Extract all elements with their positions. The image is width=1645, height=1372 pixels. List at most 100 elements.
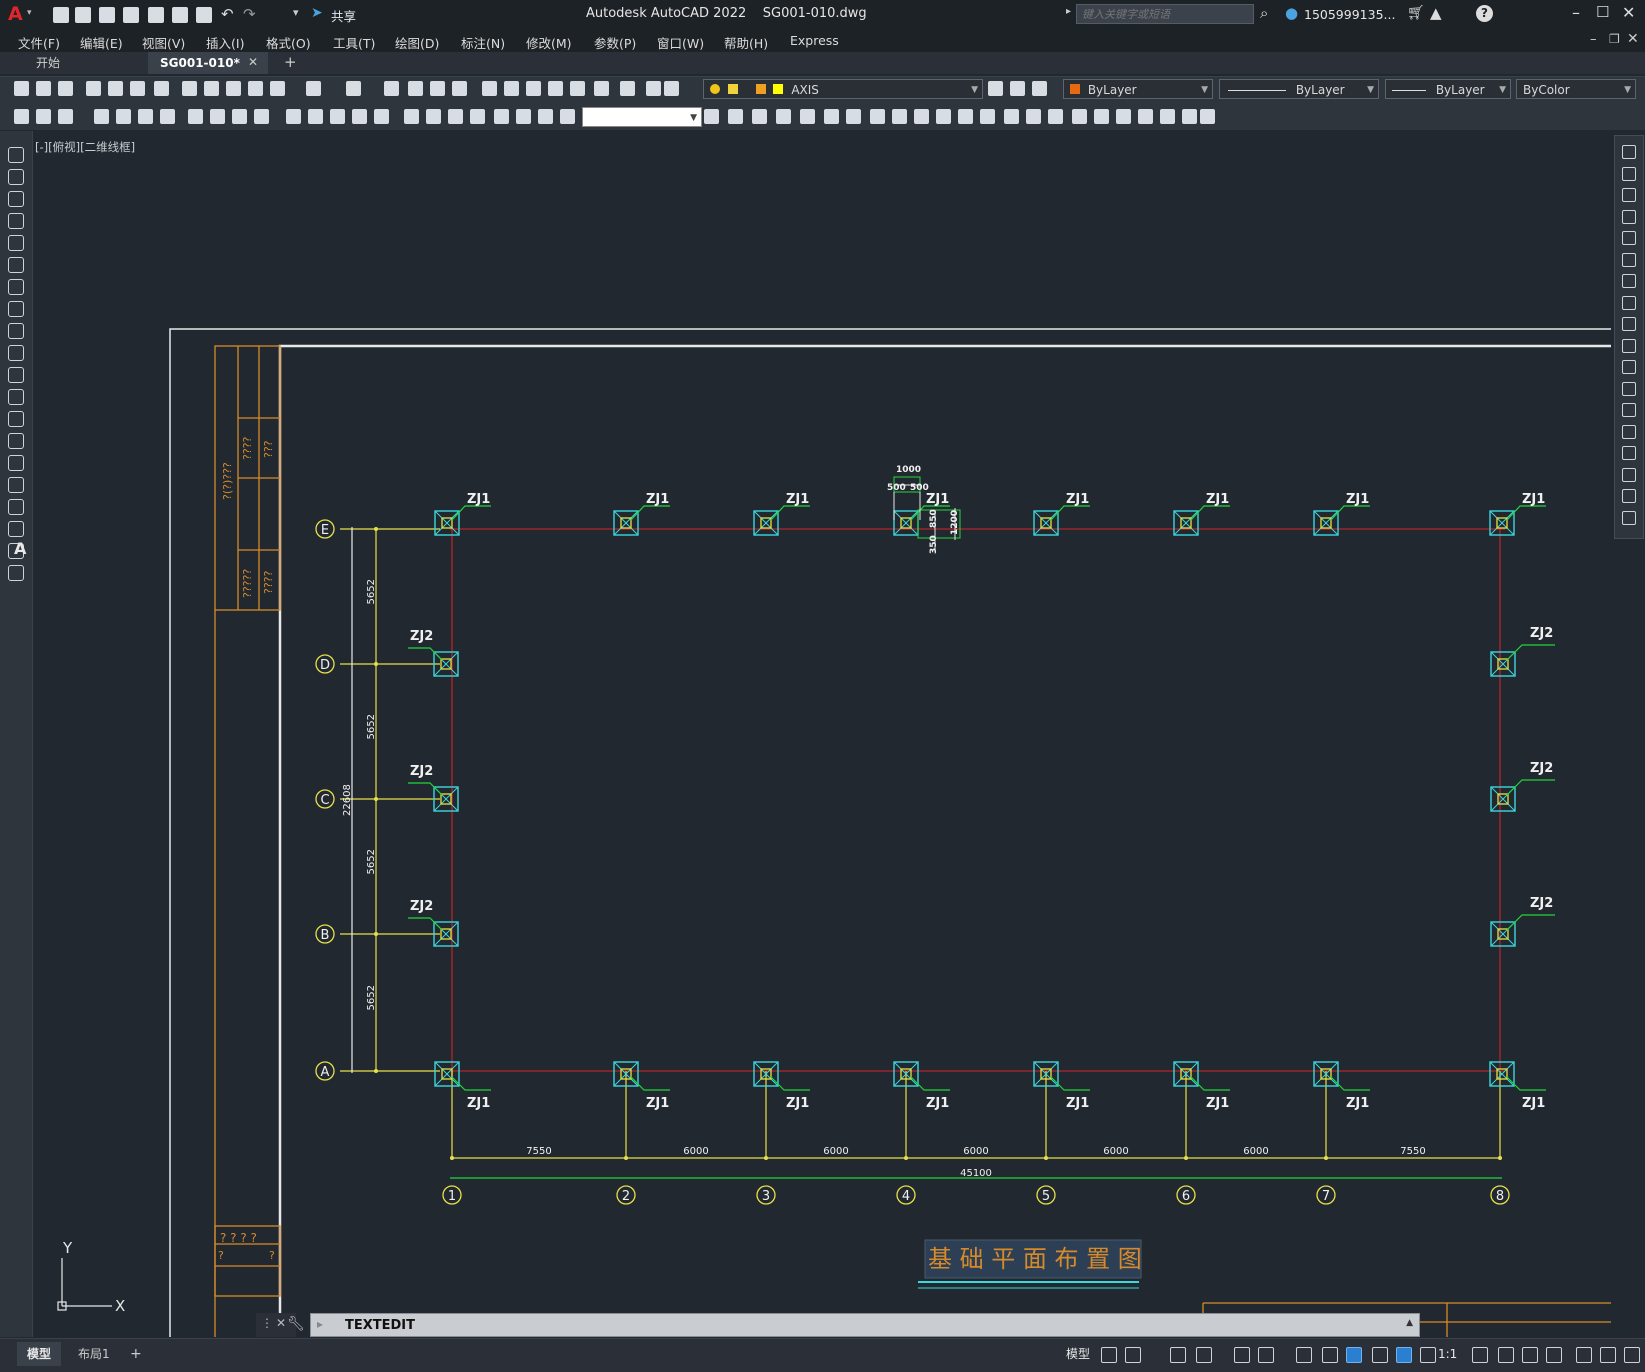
draw-tool-icon-10[interactable] bbox=[8, 345, 24, 361]
status-toggle-icon-18[interactable] bbox=[1600, 1347, 1616, 1363]
autodesk-a360-icon[interactable]: ▲ bbox=[1430, 4, 1442, 22]
customize-command-icon[interactable]: 🔧︎ bbox=[287, 1316, 305, 1332]
status-toggle-icon-3[interactable] bbox=[1170, 1347, 1186, 1363]
modify-tool-icon-8[interactable] bbox=[1622, 295, 1636, 310]
layer-tool-icon-3[interactable] bbox=[1032, 81, 1047, 96]
plot-icon[interactable] bbox=[196, 7, 212, 23]
drawing-canvas[interactable]: [-][俯视][二维线框] ???? ??? ?(?)??? ????? ???… bbox=[33, 131, 1611, 1337]
draw-tool-icon-2[interactable] bbox=[8, 169, 24, 185]
standard-tool-icon-23[interactable] bbox=[570, 81, 585, 96]
annotation-scale[interactable]: 1:1 bbox=[1438, 1342, 1457, 1366]
search-input[interactable] bbox=[1076, 4, 1254, 24]
menu-insert[interactable]: 插入(I) bbox=[206, 33, 244, 52]
dimension-tool-icon-41[interactable] bbox=[1072, 109, 1087, 124]
dimension-tool-icon-46[interactable] bbox=[1182, 109, 1197, 124]
layer-dropdown[interactable]: AXIS ▼ bbox=[703, 79, 983, 99]
draw-tool-icon-4[interactable] bbox=[8, 213, 24, 229]
draw-tool-icon-5[interactable] bbox=[8, 235, 24, 251]
status-toggle-icon-4[interactable] bbox=[1196, 1347, 1212, 1363]
standard-tool-icon-27[interactable] bbox=[664, 81, 679, 96]
dimension-tool-icon-23[interactable] bbox=[538, 109, 553, 124]
app-menu-arrow-icon[interactable]: ▾ bbox=[27, 8, 32, 18]
dimension-tool-icon-33[interactable] bbox=[892, 109, 907, 124]
dimension-tool-icon-44[interactable] bbox=[1138, 109, 1153, 124]
standard-tool-icon-2[interactable] bbox=[36, 81, 51, 96]
dimension-tool-icon-47[interactable] bbox=[1200, 109, 1215, 124]
standard-tool-icon-19[interactable] bbox=[482, 81, 497, 96]
menu-help[interactable]: 帮助(H) bbox=[724, 33, 768, 52]
tab-start[interactable]: 开始 bbox=[0, 52, 128, 74]
dimension-tool-icon-39[interactable] bbox=[1026, 109, 1041, 124]
dimension-tool-icon-34[interactable] bbox=[914, 109, 929, 124]
status-toggle-icon-13[interactable] bbox=[1472, 1347, 1488, 1363]
undo-icon[interactable]: ↶ bbox=[221, 5, 234, 23]
share-icon[interactable]: ➤ bbox=[311, 5, 323, 21]
standard-tool-icon-17[interactable] bbox=[430, 81, 445, 96]
dimension-tool-icon-31[interactable] bbox=[846, 109, 861, 124]
draw-tool-icon-1[interactable] bbox=[8, 147, 24, 163]
standard-tool-icon-6[interactable] bbox=[130, 81, 145, 96]
dimension-tool-icon-20[interactable] bbox=[470, 109, 485, 124]
doc-minimize-icon[interactable]: – bbox=[1590, 32, 1597, 47]
modify-tool-icon-4[interactable] bbox=[1622, 209, 1636, 224]
status-toggle-icon-6[interactable] bbox=[1258, 1347, 1274, 1363]
new-file-icon[interactable] bbox=[53, 7, 69, 23]
minimize-icon[interactable]: – bbox=[1572, 3, 1580, 22]
status-toggle-icon-1[interactable] bbox=[1101, 1347, 1117, 1363]
dimension-tool-icon-19[interactable] bbox=[448, 109, 463, 124]
draw-tool-icon-17[interactable] bbox=[8, 499, 24, 515]
dimension-tool-icon-11[interactable] bbox=[254, 109, 269, 124]
command-line[interactable]: ▸ TEXTEDIT ▲ bbox=[310, 1313, 1420, 1337]
cart-icon[interactable]: 🛒︎ bbox=[1407, 5, 1425, 21]
standard-tool-icon-16[interactable] bbox=[408, 81, 423, 96]
dimension-tool-icon-42[interactable] bbox=[1094, 109, 1109, 124]
dimension-tool-icon-14[interactable] bbox=[330, 109, 345, 124]
modify-tool-icon-13[interactable] bbox=[1622, 403, 1636, 417]
mtext-icon[interactable]: A bbox=[14, 539, 26, 558]
modify-tool-icon-17[interactable] bbox=[1622, 489, 1636, 503]
standard-tool-icon-15[interactable] bbox=[384, 81, 399, 96]
dimension-tool-icon-13[interactable] bbox=[308, 109, 323, 124]
draw-tool-icon-20[interactable] bbox=[8, 565, 24, 581]
status-toggle-icon-2[interactable] bbox=[1125, 1347, 1141, 1363]
dimension-tool-icon-32[interactable] bbox=[870, 109, 885, 124]
standard-tool-icon-9[interactable] bbox=[204, 81, 219, 96]
draw-tool-icon-16[interactable] bbox=[8, 477, 24, 493]
dimension-tool-icon-27[interactable] bbox=[752, 109, 767, 124]
dimension-tool-icon-22[interactable] bbox=[516, 109, 531, 124]
modify-tool-icon-10[interactable] bbox=[1622, 338, 1636, 353]
modify-tool-icon-12[interactable] bbox=[1622, 381, 1636, 396]
commandline-close-icon[interactable]: ✕ bbox=[276, 1316, 286, 1330]
menu-tools[interactable]: 工具(T) bbox=[333, 33, 375, 52]
model-space-button[interactable]: 模型 bbox=[1066, 1342, 1090, 1366]
dimension-tool-icon-9[interactable] bbox=[210, 109, 225, 124]
lineweight-dropdown[interactable]: ByLayer ▼ bbox=[1385, 79, 1511, 99]
status-toggle-icon-16[interactable] bbox=[1546, 1347, 1562, 1363]
layout1-tab[interactable]: 布局1 bbox=[72, 1342, 116, 1366]
standard-tool-icon-3[interactable] bbox=[58, 81, 73, 96]
search-icon[interactable]: ⌕ bbox=[1260, 4, 1268, 22]
dimension-tool-icon-43[interactable] bbox=[1116, 109, 1131, 124]
status-toggle-icon-8[interactable] bbox=[1322, 1347, 1338, 1363]
draw-tool-icon-9[interactable] bbox=[8, 323, 24, 339]
dimension-tool-icon-38[interactable] bbox=[1004, 109, 1019, 124]
dimension-tool-icon-18[interactable] bbox=[426, 109, 441, 124]
user-name[interactable]: 1505999135... bbox=[1304, 7, 1395, 22]
add-layout-icon[interactable]: + bbox=[126, 1342, 146, 1366]
status-toggle-icon-7[interactable] bbox=[1296, 1347, 1312, 1363]
draw-tool-icon-13[interactable] bbox=[8, 411, 24, 427]
open-file-icon[interactable] bbox=[75, 7, 91, 23]
status-toggle-icon-9[interactable] bbox=[1346, 1347, 1362, 1363]
dimension-tool-icon-6[interactable] bbox=[138, 109, 153, 124]
status-toggle-icon-15[interactable] bbox=[1522, 1347, 1538, 1363]
modify-tool-icon-15[interactable] bbox=[1622, 446, 1636, 460]
search-expand-icon[interactable]: ▸ bbox=[1066, 6, 1071, 17]
command-icon[interactable]: ▸ bbox=[317, 1317, 323, 1331]
dimension-tool-icon-15[interactable] bbox=[352, 109, 367, 124]
command-text[interactable]: TEXTEDIT bbox=[345, 1318, 415, 1333]
standard-tool-icon-26[interactable] bbox=[646, 81, 661, 96]
modify-tool-icon-7[interactable] bbox=[1622, 274, 1636, 288]
standard-tool-icon-10[interactable] bbox=[226, 81, 241, 96]
standard-tool-icon-1[interactable] bbox=[14, 81, 29, 96]
modify-tool-icon-2[interactable] bbox=[1622, 166, 1636, 181]
